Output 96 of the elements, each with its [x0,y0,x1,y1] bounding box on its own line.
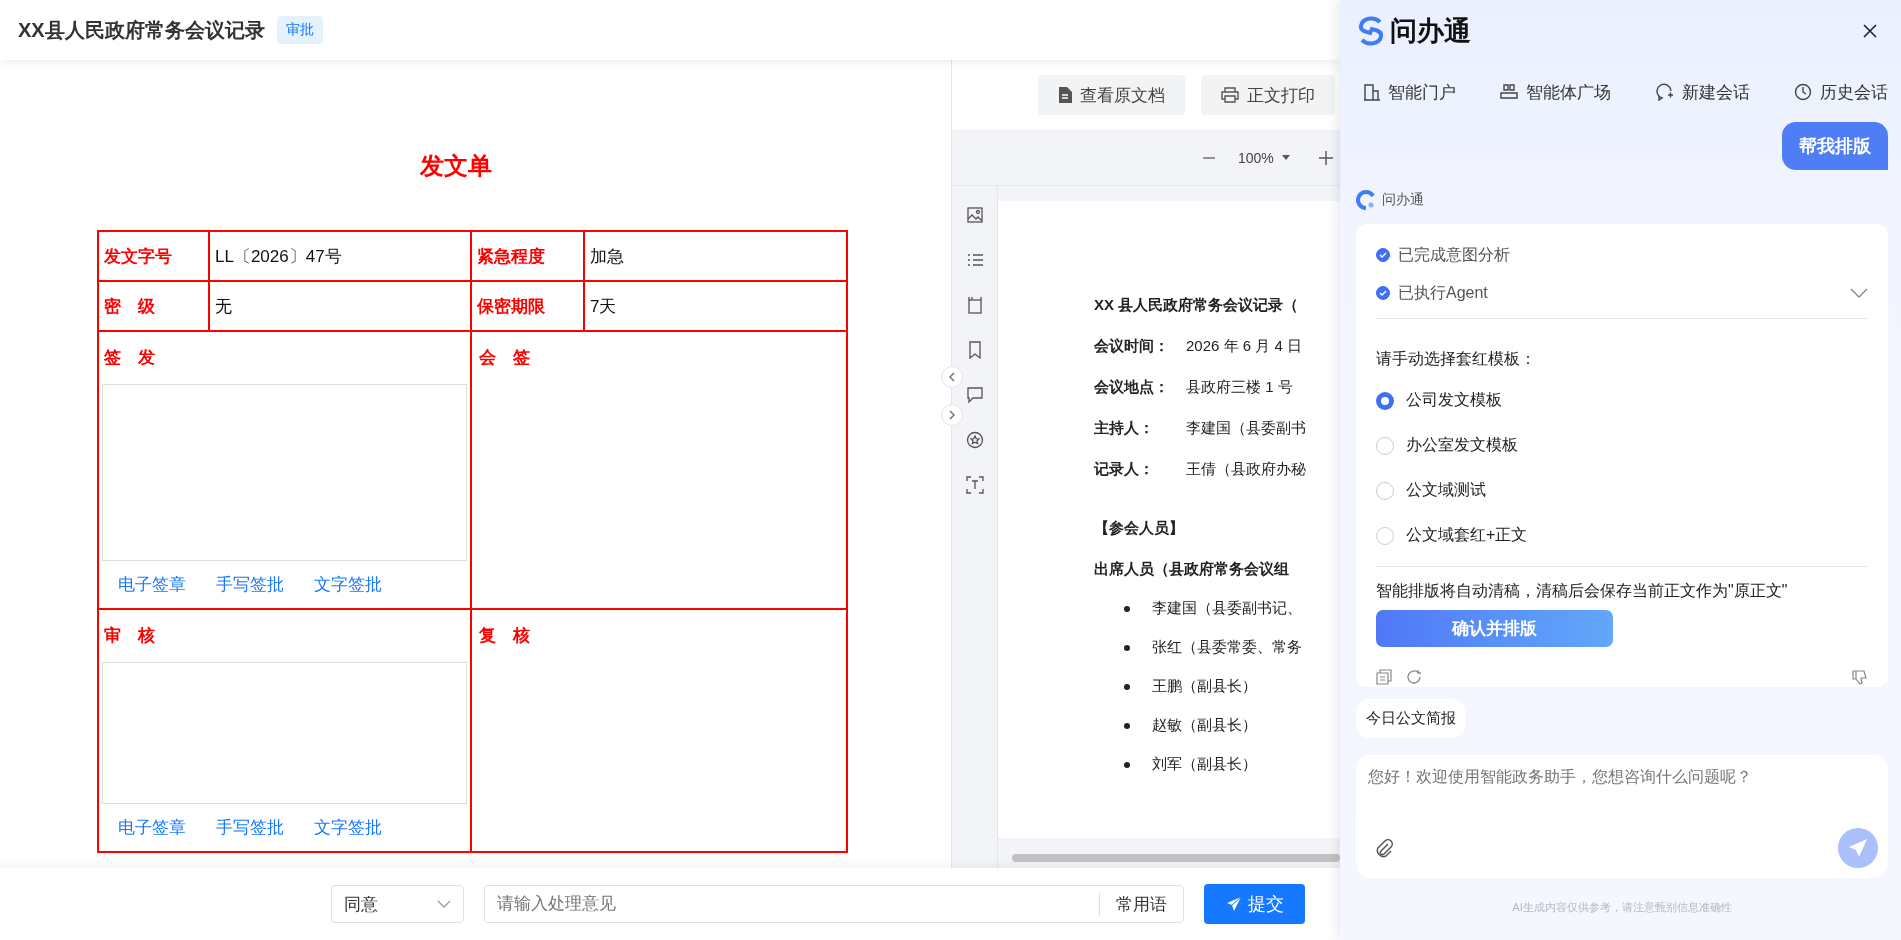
list-item: 赵敏（副县长） [1152,716,1257,735]
list-item: 李建国（县委副书记、 [1152,599,1302,618]
submit-button[interactable]: 提交 [1204,884,1305,924]
field-value: LL〔2026〕47号 [215,245,342,268]
chat-input-box[interactable]: 您好！欢迎使用智能政务助手，您想咨询什么问题呢？ [1356,755,1888,878]
status-tag: 审批 [276,16,323,44]
form-title: 发文单 [418,151,493,181]
document-title: XX 县人民政府常务会议记录（ [1094,296,1300,315]
comment-icon[interactable] [965,386,984,404]
field-value: 李建国（县委副书 [1186,419,1306,438]
field-value: 加急 [590,245,624,268]
printer-icon [1221,87,1239,103]
building-icon [1364,83,1380,101]
send-icon [1225,896,1242,912]
list-icon[interactable] [965,251,984,269]
toolbar-button[interactable]: 查看原文档 [1038,75,1185,115]
field-label: 会议地点： [1094,378,1170,397]
field-label: 保密期限 [477,295,545,318]
scrollbar[interactable] [1012,854,1340,862]
radio-button[interactable] [1376,481,1394,500]
phrases-button[interactable]: 常用语 [1099,892,1183,916]
bot-avatar-icon [1356,190,1376,210]
field-value: 无 [215,295,232,318]
bullet-icon [1124,644,1130,651]
chevron-down-icon[interactable] [1850,288,1868,298]
radio-button[interactable] [1376,436,1394,455]
sign-link[interactable]: 手写签批 [216,573,284,596]
field-label: 主持人： [1094,419,1155,438]
field-label: 发文字号 [104,245,172,268]
nav-link[interactable]: 智能体广场 [1500,74,1612,110]
template-option[interactable]: 办公室发文模板 [1376,423,1868,468]
step-label: 已完成意图分析 [1398,244,1510,265]
chat-plus-icon [1655,83,1674,101]
prompt-text: 请手动选择套红模板： [1376,349,1537,369]
clock-icon [1794,83,1812,101]
copy-icon[interactable] [1376,669,1392,685]
suggestion-chip[interactable]: 今日公文简报 [1356,699,1466,738]
image-icon[interactable] [965,206,984,224]
section-label: 复 核 [478,625,531,647]
template-option[interactable]: 公司发文模板 [1376,378,1868,423]
bullet-icon [1124,605,1130,612]
section-label: 审 核 [103,625,156,647]
list-item: 张红（县委常委、常务 [1152,638,1302,657]
section-label: 签 发 [103,347,156,369]
brand-name: 问办通 [1390,15,1471,48]
send-icon[interactable] [1838,828,1878,868]
section-label: 会 签 [478,347,531,369]
field-label: 记录人： [1094,460,1155,479]
bullet-icon [1124,683,1130,690]
chat-input-field[interactable]: 您好！欢迎使用智能政务助手，您想咨询什么问题呢？ [1366,765,1878,809]
subheading: 出席人员（县政府常务会议组 [1094,560,1290,579]
zoom-in-icon[interactable] [1317,149,1334,166]
section-heading: 【参会人员】 [1094,519,1185,538]
nav-link[interactable]: 智能门户 [1364,74,1456,110]
field-label: 会议时间： [1094,337,1170,356]
opinion-field[interactable]: 请输入处理意见 常用语 [484,885,1184,923]
bullet-icon [1124,722,1130,729]
field-value: 县政府三楼 1 号 [1186,378,1293,397]
step-label: 已执行Agent [1398,282,1488,303]
sign-link[interactable]: 文字签批 [314,816,382,839]
text-icon[interactable] [965,476,984,494]
sign-link[interactable]: 电子签章 [118,816,186,839]
people-icon [1500,84,1519,100]
toolbar-button[interactable]: 正文打印 [1201,75,1335,115]
list-item: 刘军（副县长） [1152,755,1257,774]
chevron-down-icon [437,900,451,908]
sign-link[interactable]: 电子签章 [118,573,186,596]
close-icon[interactable] [1862,23,1878,39]
nav-link[interactable]: 新建会话 [1655,74,1750,110]
refresh-icon[interactable] [1406,669,1422,685]
caret-icon[interactable] [1281,155,1290,160]
radio-button[interactable] [1376,526,1394,545]
zoom-level[interactable]: 100% [1238,149,1274,166]
field-label: 紧急程度 [477,245,545,268]
sign-link[interactable]: 手写签批 [216,816,284,839]
opinion-select[interactable]: 同意 [331,885,464,923]
field-value: 2026 年 6 月 4 日 [1186,337,1302,356]
template-option[interactable]: 公文域套红+正文 [1376,513,1868,558]
nav-link[interactable]: 历史会话 [1794,74,1888,110]
radio-button[interactable] [1376,391,1394,410]
field-value: 王倩（县政府办秘 [1186,460,1306,479]
notice-text: 智能排版将自动清稿，清稿后会保存当前正文作为"原正文" [1376,566,1868,602]
field-label: 密 级 [104,295,155,318]
sign-link[interactable]: 文字签批 [314,573,382,596]
document-icon [1058,87,1072,103]
page-icon[interactable] [965,296,984,314]
template-option[interactable]: 公文域测试 [1376,468,1868,513]
thumbs-down-icon[interactable] [1852,669,1868,685]
page-title: XX县人民政府常务会议记录 [18,17,265,43]
field-value: 7天 [590,295,617,318]
bot-name: 问办通 [1382,191,1424,209]
bullet-icon [1124,761,1130,768]
paperclip-icon[interactable] [1374,838,1394,858]
list-item: 王鹏（副县长） [1152,677,1257,696]
user-message: 帮我排版 [1782,122,1888,170]
logo-icon [1356,16,1386,46]
